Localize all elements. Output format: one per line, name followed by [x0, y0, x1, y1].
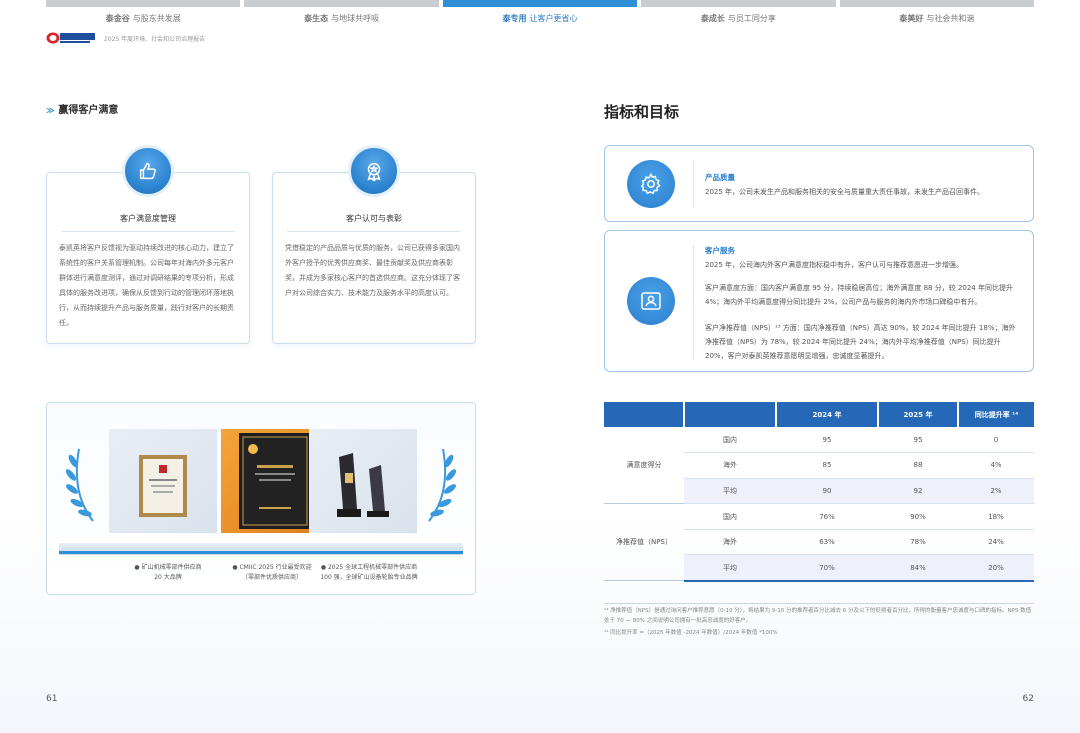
- card-body: 泰凯英将客户反馈视为驱动持续改进的核心动力，建立了系统性的客户关系管理机制。公司…: [59, 244, 234, 327]
- service-intro: 2025 年，公司海内外客户满意度指标稳中有升，客户认可与推荐意愿进一步增强。: [705, 261, 964, 269]
- table-cell: 92: [878, 478, 958, 505]
- table-cell: 平均: [684, 554, 776, 582]
- techking-logo: [46, 32, 95, 44]
- chapter-tab-name: 泰专用: [502, 14, 527, 23]
- table-cell: 70%: [776, 554, 878, 582]
- gear-icon: [627, 160, 675, 208]
- double-chevron-icon: ≫: [46, 106, 55, 115]
- divider: [61, 231, 235, 232]
- table-header-cell: 同比提升率 ¹⁴: [958, 402, 1034, 427]
- page-title: 指标和目标: [604, 103, 680, 121]
- divider: [693, 160, 694, 208]
- display-platform-edge: [59, 551, 463, 554]
- card-body: 凭借稳定的产品品质与优质的服务，公司已获得多家国内外客户授予的优秀供应商奖、最佳…: [285, 244, 460, 297]
- table-row: 净推荐值（NPS） 国内 76% 90% 18%: [604, 503, 1034, 582]
- chapter-tab-3[interactable]: 泰成长 与员工同分享: [641, 0, 837, 24]
- chapter-tab-1[interactable]: 泰生态 与地球共呼吸: [244, 0, 440, 24]
- footnote-14: ¹⁴ 同比提升率 =（2025 年数值 -2024 年数值）/2024 年数值 …: [604, 630, 778, 636]
- table-cell: 85: [776, 452, 878, 479]
- chapter-tab-name: 泰金谷: [105, 14, 130, 23]
- customer-service-box: 客户服务 2025 年，公司海内外客户满意度指标稳中有升，客户认可与推荐意愿进一…: [604, 230, 1034, 372]
- table-cell: 24%: [958, 529, 1034, 556]
- card-title: 客户认可与表彰: [346, 214, 402, 223]
- card-customer-recognition: 客户认可与表彰 凭借稳定的产品品质与优质的服务，公司已获得多家国内外客户授予的优…: [272, 145, 476, 344]
- chapter-tab-2[interactable]: 泰专用 让客户更省心: [442, 0, 638, 24]
- crystal-trophy-image: [337, 453, 389, 517]
- table-cell: 4%: [958, 452, 1034, 479]
- footnotes: ¹³ 净推荐值（NPS）是通过询问客户推荐意愿（0-10 分），将结果为 9-1…: [604, 603, 1034, 638]
- thumbs-up-icon: [122, 145, 174, 197]
- award-panel-1: [109, 429, 217, 533]
- award-panel-3: [309, 429, 417, 533]
- table-cell: 84%: [878, 554, 958, 582]
- divider: [693, 245, 694, 359]
- table-cell: 18%: [958, 503, 1034, 530]
- chapter-tab-slogan: 与员工同分享: [727, 14, 776, 23]
- chapter-tab-slogan: 与地球共呼吸: [331, 14, 380, 23]
- table-group-label: 净推荐值（NPS）: [604, 503, 684, 582]
- laurel-left-icon: [65, 448, 94, 522]
- table-cell: 0: [958, 427, 1034, 454]
- chapter-tabs: 泰金谷 与股东共发展 泰生态 与地球共呼吸 泰专用 让客户更省心 泰成长 与员工同分享 泰美好与…: [46, 0, 1035, 24]
- chapter-tab-0[interactable]: 泰金谷 与股东共发展: [46, 0, 241, 24]
- table-header-row: 2024 年 2025 年同比提升率 ¹⁴: [604, 402, 1034, 427]
- chapter-tab-name: 泰美好: [899, 14, 924, 23]
- table-cell: 国内: [684, 503, 776, 530]
- table-cell: 90%: [878, 503, 958, 530]
- user-group-icon: [627, 277, 675, 325]
- chapter-tab-name: 泰成长: [700, 14, 725, 23]
- table-cell: 76%: [776, 503, 878, 530]
- report-spread: 泰金谷 与股东共发展 泰生态 与地球共呼吸 泰专用 让客户更省心 泰成长 与员工同分享 泰美好与…: [0, 0, 1080, 733]
- table-cell: 海外: [684, 529, 776, 556]
- product-quality-box: 产品质量 2025 年，公司未发生产品和服务相关的安全与质量重大责任事故，未发生…: [604, 145, 1034, 222]
- card-customer-satisfaction: 客户满意度管理 泰凯英将客户反馈视为驱动持续改进的核心动力，建立了系统性的客户关…: [46, 145, 250, 344]
- table-header-cell: [684, 402, 777, 427]
- quality-body: 2025 年，公司未发生产品和服务相关的安全与质量重大责任事故，未发生产品召回事…: [705, 188, 985, 196]
- chapter-tab-slogan: 让客户更省心: [529, 14, 578, 23]
- table-cell: 海外: [684, 452, 776, 479]
- awards-showcase: ● 矿山机械零部件供应商 20 大品牌 ● CMIIC 2025 行业最受欢迎 （零…: [46, 402, 476, 595]
- divider: [287, 231, 461, 232]
- table-cell: 78%: [878, 529, 958, 556]
- chapter-tab-4[interactable]: 泰美好 与社会共和谐: [839, 0, 1035, 24]
- footnote-13: ¹³ 净推荐值（NPS）是通过询问客户推荐意愿（0-10 分），将结果为 9-1…: [604, 608, 1032, 624]
- kpi-table: 2024 年 2025 年同比提升率 ¹⁴ 满意度得分 国内 95 95 0 海外 85 88 4%…: [604, 402, 1034, 582]
- quality-heading: 产品质量: [705, 173, 735, 182]
- report-title: 2025 年度环境、社会和公司治理报告: [104, 36, 206, 43]
- table-header-cell: [604, 402, 685, 427]
- table-header-cell: 2025 年: [878, 402, 959, 427]
- table-cell: 平均: [684, 478, 776, 505]
- table-cell: 90: [776, 478, 878, 505]
- award-caption-3: ● 2025 全球工程机械零部件供应商 100 强，全球矿山设备轮胎专业品牌: [320, 564, 418, 581]
- card-title: 客户满意度管理: [120, 214, 176, 223]
- page-number-left: 61: [46, 694, 58, 704]
- table-header-cell: 2024 年: [776, 402, 879, 427]
- divider: [604, 603, 1034, 604]
- table-cell: 95: [776, 427, 878, 454]
- chapter-tab-slogan: 与股东共发展: [132, 14, 181, 23]
- chapter-tab-slogan: 与社会共和谐: [926, 14, 975, 23]
- medal-icon: [348, 145, 400, 197]
- table-cell: 88: [878, 452, 958, 479]
- service-satisfaction: 客户满意度方面：国内客户满意度 95 分，持续稳居高位；海外满意度 88 分，较…: [705, 284, 1013, 306]
- table-cell: 20%: [958, 554, 1034, 582]
- award-caption-1: ● 矿山机械零部件供应商 20 大品牌: [134, 564, 202, 581]
- plaque-award-image: [139, 455, 187, 517]
- chapter-tab-name: 泰生态: [304, 14, 329, 23]
- page-number-right: 62: [1022, 694, 1034, 704]
- table-cell: 95: [878, 427, 958, 454]
- laurel-right-icon: [428, 448, 457, 522]
- table-group-label: 满意度得分: [604, 427, 684, 505]
- table-row: 满意度得分 国内 95 95 0: [604, 427, 1034, 505]
- table-cell: 63%: [776, 529, 878, 556]
- table-cell: 2%: [958, 478, 1034, 505]
- service-nps: 客户净推荐值（NPS）¹³ 方面：国内净推荐值（NPS）高达 90%，较 202…: [705, 324, 1016, 360]
- table-cell: 国内: [684, 427, 776, 454]
- service-heading: 客户服务: [705, 246, 735, 255]
- section-title: ≫ 赢得客户满意: [46, 105, 119, 116]
